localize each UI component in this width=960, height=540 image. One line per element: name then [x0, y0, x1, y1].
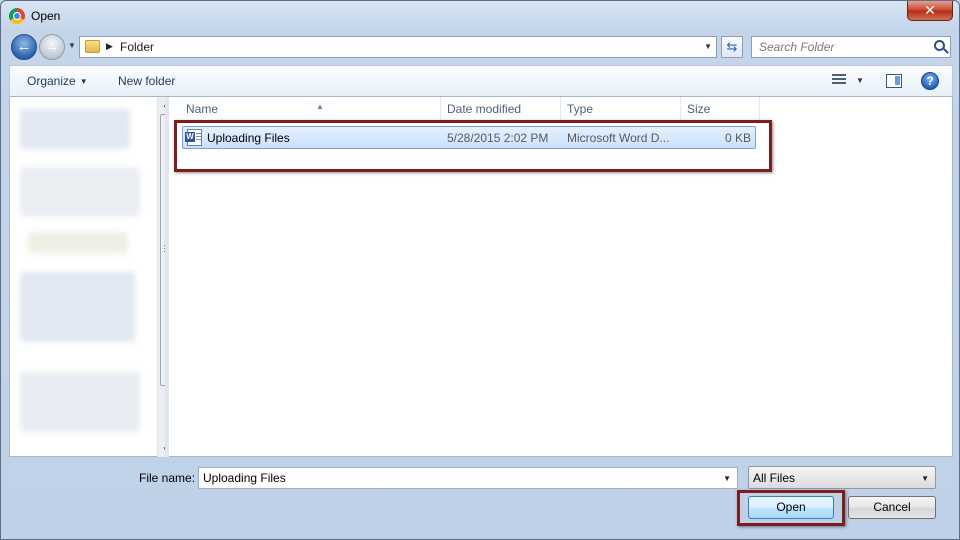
file-name-label: File name:: [139, 471, 196, 485]
breadcrumb-separator-icon[interactable]: ▶: [106, 41, 113, 52]
organize-label: Organize: [27, 74, 76, 88]
column-name-label: Name: [186, 102, 219, 116]
command-toolbar: Organize ▼ New folder ▼ ?: [9, 65, 953, 97]
search-box[interactable]: [751, 36, 951, 58]
file-type-filter[interactable]: All Files ▼: [748, 466, 936, 489]
nav-item-blurred[interactable]: [20, 167, 140, 217]
navigation-pane[interactable]: ▲ ▼: [9, 97, 174, 457]
organize-menu[interactable]: Organize ▼: [27, 74, 88, 88]
column-header-size[interactable]: Size: [680, 97, 760, 121]
close-button[interactable]: ✕: [907, 1, 953, 21]
sort-ascending-icon: ▲: [316, 102, 324, 111]
file-type-filter-value: All Files: [753, 471, 796, 485]
file-name-combobox[interactable]: ▼: [198, 467, 738, 489]
window-title: Open: [31, 9, 61, 23]
search-input[interactable]: [752, 37, 928, 57]
file-row-highlight-annotation: [174, 120, 772, 172]
cancel-button[interactable]: Cancel: [848, 496, 936, 519]
help-icon[interactable]: ?: [921, 72, 939, 90]
back-button[interactable]: ←: [11, 34, 37, 60]
new-folder-button[interactable]: New folder: [118, 74, 175, 88]
nav-item-blurred[interactable]: [20, 372, 140, 432]
view-options-icon[interactable]: [832, 74, 846, 86]
nav-item-blurred[interactable]: [28, 232, 128, 254]
search-icon[interactable]: [934, 40, 945, 51]
title-bar[interactable]: Open ✕: [1, 1, 959, 31]
column-header-date[interactable]: Date modified: [440, 97, 561, 121]
column-header-row: Name ▲ Date modified Type Size: [169, 97, 953, 121]
open-button-highlight-annotation: [737, 490, 845, 526]
chevron-down-icon: ▼: [921, 474, 929, 483]
folder-icon: [85, 40, 100, 53]
column-header-type[interactable]: Type: [560, 97, 681, 121]
column-header-name[interactable]: Name ▲: [179, 97, 441, 121]
address-bar[interactable]: ▶ Folder ▼: [79, 36, 717, 58]
preview-pane-icon[interactable]: [886, 74, 902, 88]
forward-button[interactable]: →: [39, 34, 65, 60]
chevron-down-icon[interactable]: ▼: [723, 474, 731, 483]
nav-item-blurred[interactable]: [20, 272, 135, 342]
chevron-down-icon: ▼: [79, 77, 88, 86]
nav-item-blurred[interactable]: [20, 109, 130, 149]
chevron-down-icon[interactable]: ▼: [704, 42, 712, 51]
refresh-button[interactable]: ⇆: [721, 36, 743, 58]
view-options-dropdown[interactable]: ▼: [856, 76, 864, 85]
file-name-input[interactable]: [199, 468, 709, 488]
open-file-dialog: Open ✕ ← → ▼ ▶ Folder ▼ ⇆ Organize▼ New …: [0, 0, 960, 540]
chrome-icon: [9, 8, 25, 24]
breadcrumb-folder[interactable]: Folder: [120, 40, 154, 54]
recent-locations-dropdown[interactable]: ▼: [68, 41, 76, 50]
